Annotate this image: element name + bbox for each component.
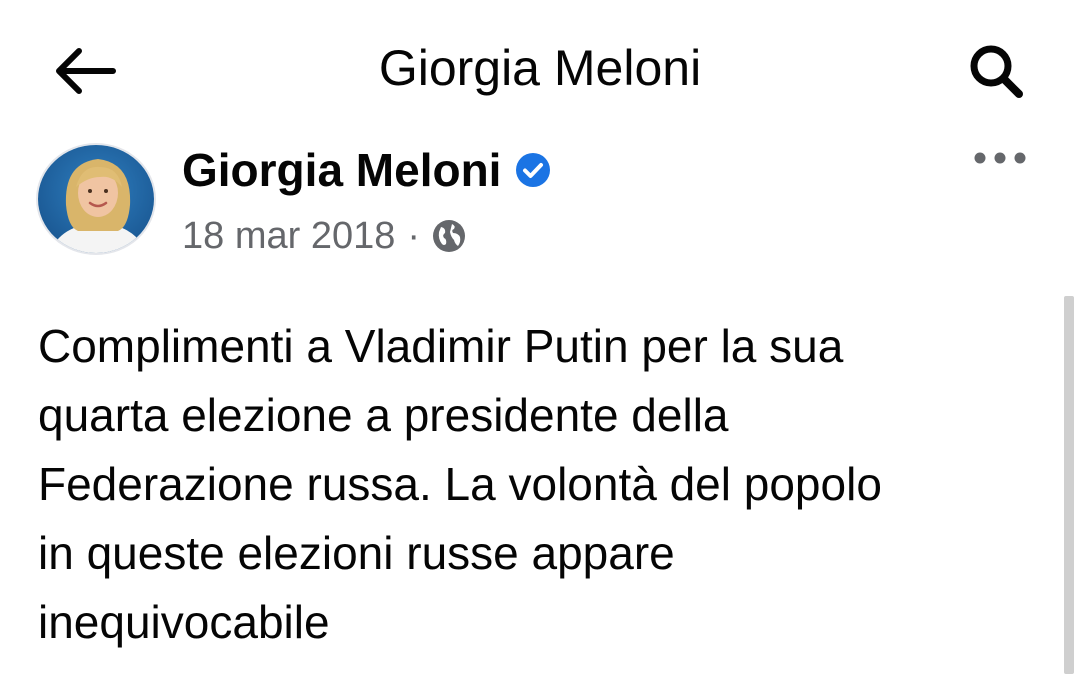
arrow-left-icon <box>56 48 116 94</box>
profile-photo-icon <box>38 145 154 253</box>
back-button[interactable] <box>44 36 124 106</box>
author-row: Giorgia Meloni <box>182 140 551 200</box>
post-meta: 18 mar 2018 · <box>182 210 466 262</box>
meta-separator: · <box>407 214 421 257</box>
author-avatar[interactable] <box>36 143 156 255</box>
search-button[interactable] <box>956 36 1036 106</box>
scrollbar[interactable] <box>1064 296 1074 674</box>
author-name[interactable]: Giorgia Meloni <box>182 142 501 198</box>
post-text: Complimenti a Vladimir Putin per la sua … <box>38 320 882 648</box>
post-date[interactable]: 18 mar 2018 <box>182 215 395 258</box>
more-horizontal-icon <box>974 152 1026 164</box>
top-bar: Giorgia Meloni <box>0 0 1080 140</box>
globe-icon[interactable] <box>432 219 466 253</box>
post-options-button[interactable] <box>964 138 1036 178</box>
search-icon <box>970 45 1023 98</box>
facebook-post-screen: Giorgia Meloni Giorgia Meloni 18 mar 201… <box>0 0 1080 674</box>
page-title: Giorgia Meloni <box>378 40 702 96</box>
verified-badge-icon <box>516 153 551 187</box>
